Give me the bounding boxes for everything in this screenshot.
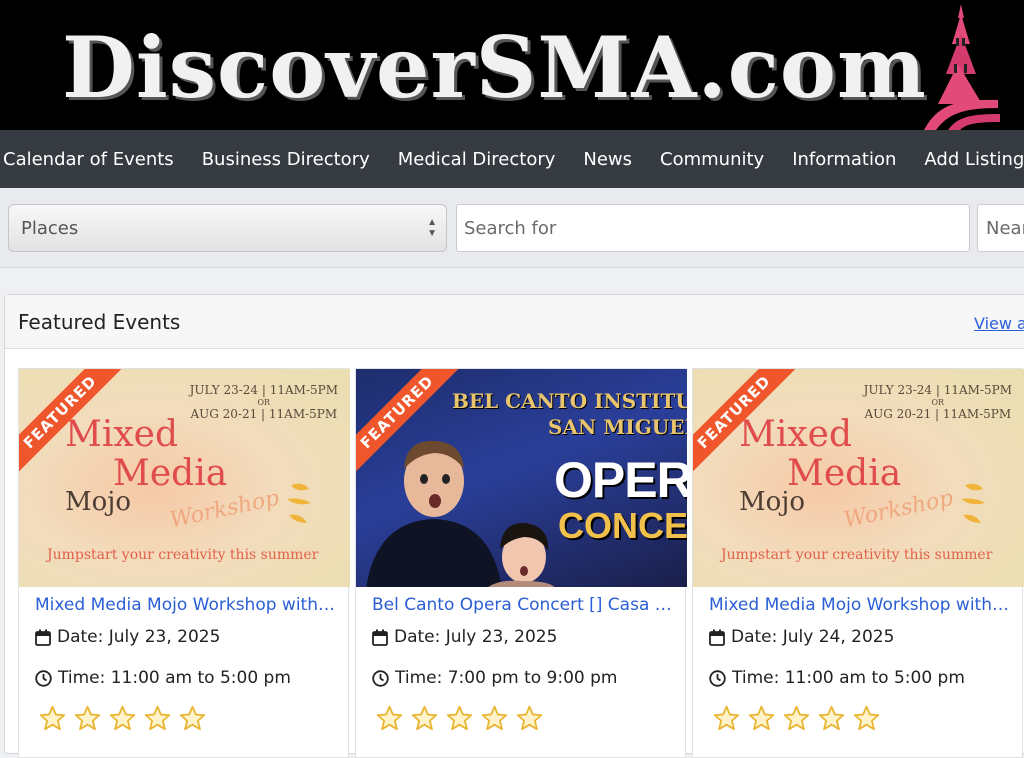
search-bar: Places ▲ ▼ bbox=[0, 188, 1024, 268]
star-icon[interactable] bbox=[179, 705, 206, 732]
featured-events-header: Featured Events View a bbox=[5, 295, 1024, 349]
event-date: Date: July 23, 2025 bbox=[372, 627, 557, 647]
event-title-link[interactable]: Mixed Media Mojo Workshop with … bbox=[709, 595, 1009, 615]
image-tagline: Jumpstart your creativity this summer bbox=[721, 547, 993, 563]
star-icon[interactable] bbox=[446, 705, 473, 732]
star-icon[interactable] bbox=[516, 705, 543, 732]
up-down-arrows-icon: ▲ ▼ bbox=[427, 217, 437, 239]
event-time: Time: 11:00 am to 5:00 pm bbox=[35, 668, 291, 688]
image-text-mixed: Mixed bbox=[65, 414, 179, 455]
nav-item-add-listing[interactable]: Add Listing bbox=[910, 149, 1024, 170]
clock-icon bbox=[35, 669, 52, 687]
star-icon[interactable] bbox=[144, 705, 171, 732]
main-nav: Calendar of Events Business Directory Me… bbox=[0, 130, 1024, 188]
event-time-text: Time: 11:00 am to 5:00 pm bbox=[732, 668, 965, 688]
star-icon[interactable] bbox=[818, 705, 845, 732]
image-text-concert: CONCERT bbox=[558, 505, 687, 546]
image-tagline: Jumpstart your creativity this summer bbox=[47, 547, 319, 563]
event-time: Time: 7:00 pm to 9:00 pm bbox=[372, 668, 617, 688]
event-card[interactable]: JULY 23-24 | 11AM-5PM OR AUG 20-21 | 11A… bbox=[18, 368, 350, 758]
image-text-san-miguel: SAN MIGUEL bbox=[548, 415, 687, 439]
event-date: Date: July 23, 2025 bbox=[35, 627, 220, 647]
star-icon[interactable] bbox=[853, 705, 880, 732]
star-icon[interactable] bbox=[783, 705, 810, 732]
parroquia-church-icon bbox=[924, 4, 1000, 130]
sparkle-icon bbox=[287, 483, 311, 523]
star-icon[interactable] bbox=[411, 705, 438, 732]
image-dates: JULY 23-24 | 11AM-5PM OR AUG 20-21 | 11A… bbox=[189, 383, 338, 421]
event-time-text: Time: 11:00 am to 5:00 pm bbox=[58, 668, 291, 688]
event-date-text: Date: July 24, 2025 bbox=[731, 627, 895, 647]
event-title-link[interactable]: Mixed Media Mojo Workshop with … bbox=[35, 595, 335, 615]
image-text-mojo: Mojo bbox=[739, 487, 805, 517]
star-rating[interactable] bbox=[713, 705, 880, 732]
event-time-text: Time: 7:00 pm to 9:00 pm bbox=[395, 668, 618, 688]
near-input[interactable] bbox=[977, 204, 1024, 252]
star-icon[interactable] bbox=[713, 705, 740, 732]
nav-item-news[interactable]: News bbox=[569, 149, 646, 170]
search-input[interactable] bbox=[456, 204, 970, 252]
event-date-text: Date: July 23, 2025 bbox=[394, 627, 558, 647]
star-rating[interactable] bbox=[39, 705, 206, 732]
star-icon[interactable] bbox=[376, 705, 403, 732]
event-image[interactable]: BEL CANTO INSTITUTE SAN MIGUEL OPERA CON… bbox=[356, 369, 687, 587]
event-image[interactable]: JULY 23-24 | 11AM-5PM OR AUG 20-21 | 11A… bbox=[19, 369, 350, 587]
featured-events-title: Featured Events bbox=[18, 310, 181, 334]
places-select[interactable]: Places ▲ ▼ bbox=[8, 204, 447, 252]
nav-item-business-directory[interactable]: Business Directory bbox=[188, 149, 384, 170]
image-text-mojo: Mojo bbox=[65, 487, 131, 517]
view-all-link[interactable]: View a bbox=[974, 314, 1024, 333]
star-rating[interactable] bbox=[376, 705, 543, 732]
image-text-opera: OPERA bbox=[554, 452, 687, 508]
event-card[interactable]: BEL CANTO INSTITUTE SAN MIGUEL OPERA CON… bbox=[355, 368, 687, 758]
event-image[interactable]: JULY 23-24 | 11AM-5PM OR AUG 20-21 | 11A… bbox=[693, 369, 1024, 587]
star-icon[interactable] bbox=[481, 705, 508, 732]
star-icon[interactable] bbox=[748, 705, 775, 732]
image-text-bel-canto: BEL CANTO INSTITUTE bbox=[452, 389, 687, 413]
event-title-link[interactable]: Bel Canto Opera Concert [] Casa … bbox=[372, 595, 672, 615]
site-logo[interactable]: DiscoverSMA.com bbox=[62, 18, 927, 117]
calendar-icon bbox=[35, 629, 51, 646]
star-icon[interactable] bbox=[109, 705, 136, 732]
clock-icon bbox=[709, 669, 726, 687]
star-icon[interactable] bbox=[39, 705, 66, 732]
nav-item-community[interactable]: Community bbox=[646, 149, 778, 170]
calendar-icon bbox=[372, 629, 388, 646]
image-text-mixed: Mixed bbox=[739, 414, 853, 455]
places-select-label: Places bbox=[21, 218, 79, 239]
nav-item-medical-directory[interactable]: Medical Directory bbox=[384, 149, 570, 170]
event-card[interactable]: JULY 23-24 | 11AM-5PM OR AUG 20-21 | 11A… bbox=[692, 368, 1024, 758]
star-icon[interactable] bbox=[74, 705, 101, 732]
clock-icon bbox=[372, 669, 389, 687]
site-header: DiscoverSMA.com bbox=[0, 0, 1024, 130]
nav-item-information[interactable]: Information bbox=[778, 149, 910, 170]
nav-item-calendar-of-events[interactable]: Calendar of Events bbox=[0, 149, 188, 170]
event-date: Date: July 24, 2025 bbox=[709, 627, 894, 647]
image-dates: JULY 23-24 | 11AM-5PM OR AUG 20-21 | 11A… bbox=[863, 383, 1012, 421]
event-time: Time: 11:00 am to 5:00 pm bbox=[709, 668, 965, 688]
event-date-text: Date: July 23, 2025 bbox=[57, 627, 221, 647]
calendar-icon bbox=[709, 629, 725, 646]
sparkle-icon bbox=[961, 483, 985, 523]
